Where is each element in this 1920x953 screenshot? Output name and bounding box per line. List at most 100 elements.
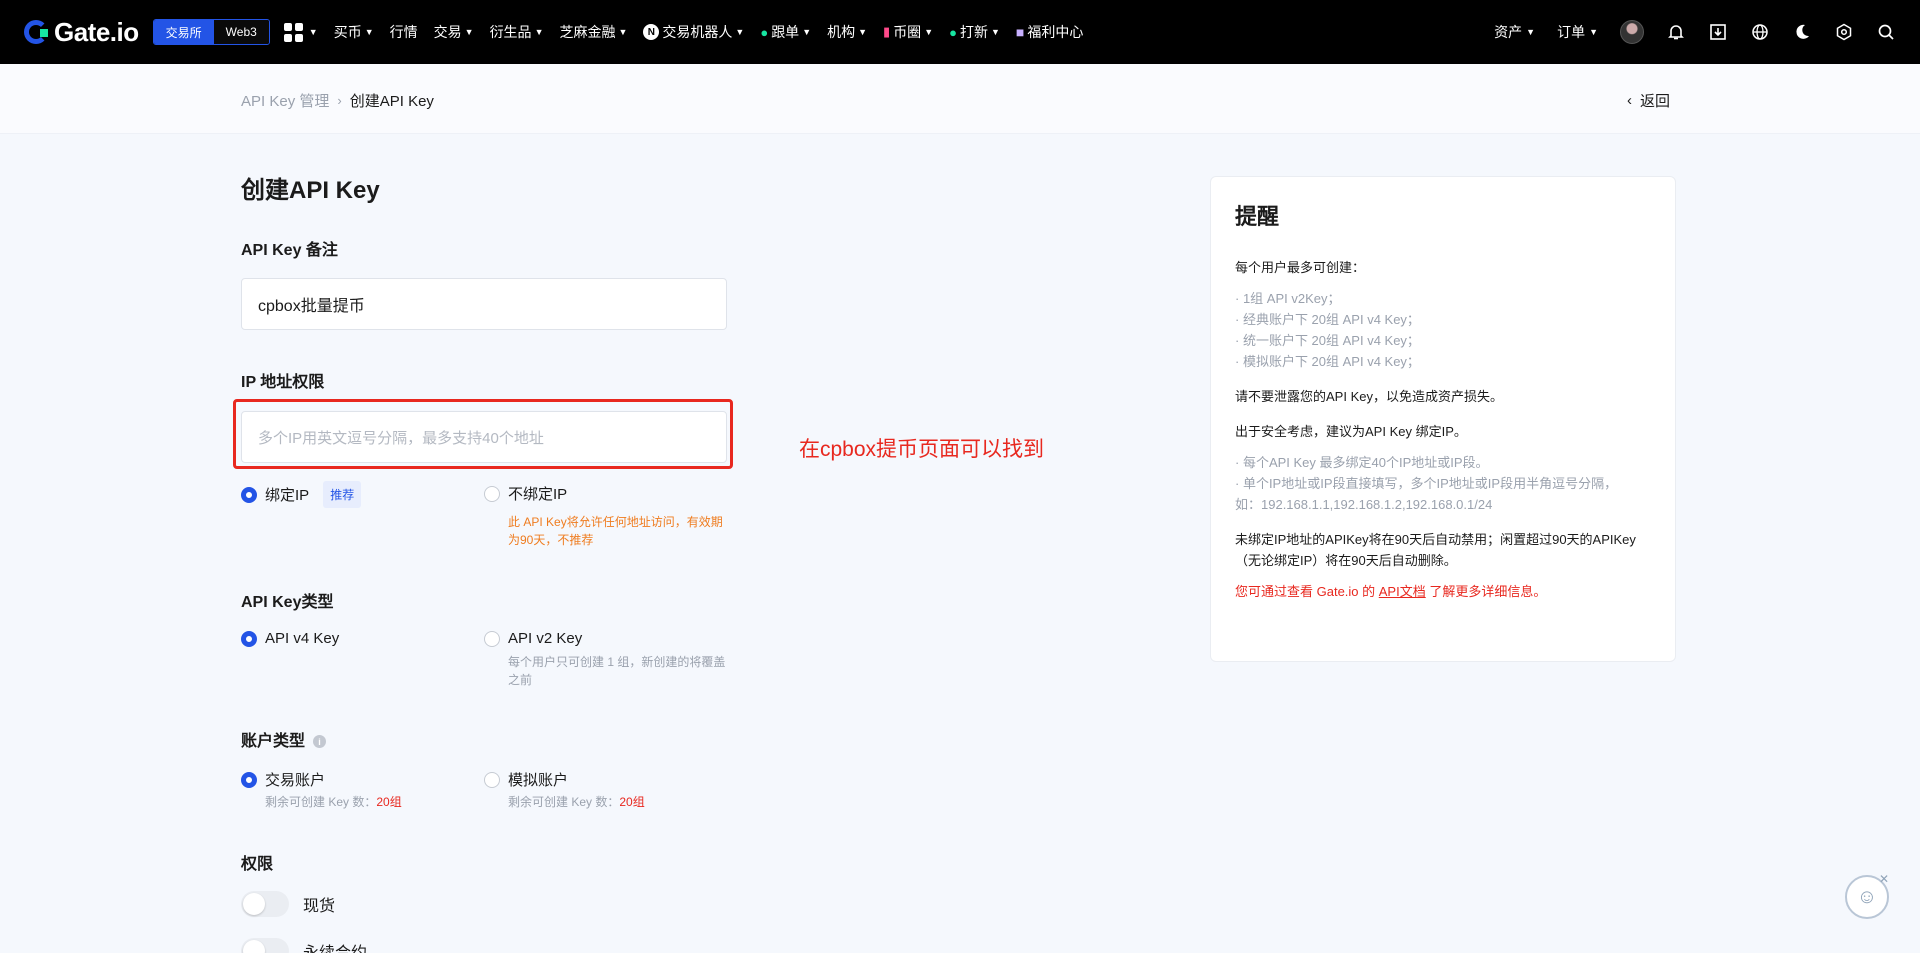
- reminder-security: 出于安全考虑，建议为API Key 绑定IP。: [1235, 424, 1467, 439]
- radio-selected-icon: [241, 630, 257, 647]
- nav-derivatives[interactable]: 衍生品 ▼: [490, 22, 544, 42]
- nav-label: 芝麻金融: [559, 24, 616, 40]
- nav-crypto-circle[interactable]: ▮ 币圈 ▼: [883, 22, 933, 42]
- radio-label: 绑定IP: [265, 487, 310, 504]
- radio-api-v2[interactable]: API v2 Key: [484, 630, 582, 647]
- caret-down-icon: ▼: [924, 27, 934, 37]
- reminder-limit-item: · 经典账户下 20组 API v4 Key；: [1235, 312, 1420, 327]
- doc-suffix: 了解更多详细信息。: [1425, 584, 1547, 599]
- moon-icon[interactable]: [1792, 22, 1812, 42]
- radio-no-bind-ip[interactable]: 不绑定IP: [484, 483, 567, 504]
- reminder-intro: 每个用户最多可创建：: [1235, 260, 1366, 275]
- nav-orders[interactable]: 订单 ▼: [1557, 22, 1598, 42]
- caret-down-icon: ▼: [364, 27, 374, 37]
- caret-down-icon: ▼: [735, 27, 745, 37]
- nav-institutional[interactable]: 机构 ▼: [827, 22, 867, 42]
- caret-down-icon: ▼: [618, 27, 628, 37]
- account-type-text: 账户类型: [241, 733, 306, 750]
- api-doc-link[interactable]: API文档: [1379, 584, 1426, 599]
- caret-down-icon: ▼: [308, 27, 318, 37]
- nav-label: 机构: [827, 24, 856, 40]
- reminder-ip-rule: · 单个IP地址或IP段直接填写，多个IP地址或IP段用半角逗号分隔，: [1235, 476, 1618, 491]
- account-type-label: 账户类型 i: [241, 727, 327, 751]
- radio-api-v4[interactable]: API v4 Key: [241, 630, 339, 647]
- globe-icon[interactable]: [1750, 22, 1770, 42]
- n-badge-icon: N: [643, 24, 660, 40]
- api-v2-hint: 每个用户只可创建 1 组，新创建的将覆盖之前: [508, 655, 726, 687]
- gate-logo[interactable]: Gate.io: [24, 17, 139, 48]
- radio-label: 交易账户: [265, 772, 326, 789]
- grid-icon: [283, 22, 303, 42]
- permissions-label: 权限: [241, 856, 274, 873]
- avatar[interactable]: [1620, 20, 1644, 44]
- permission-perp-toggle[interactable]: [241, 938, 289, 953]
- permission-perp-row: 永续合约: [241, 938, 367, 953]
- permission-spot-row: 现货: [241, 891, 335, 917]
- nav-label: 币圈: [893, 24, 922, 40]
- remark-input[interactable]: cpbox批量提币: [241, 278, 727, 330]
- nav-label: 打新: [959, 24, 988, 40]
- reminder-ip-rule: · 每个API Key 最多绑定40个IP地址或IP段。: [1235, 455, 1489, 470]
- breadcrumb-api-key-management[interactable]: API Key 管理: [241, 90, 329, 111]
- page-title: 创建API Key: [241, 177, 380, 204]
- flame-icon: ●: [949, 24, 957, 40]
- caret-down-icon: ▼: [990, 27, 1000, 37]
- reminder-leak-warning: 请不要泄露您的API Key，以免造成资产损失。: [1235, 389, 1503, 404]
- radio-label: 不绑定IP: [508, 486, 568, 503]
- radio-trade-account[interactable]: 交易账户: [241, 769, 325, 790]
- radio-unselected-icon: [484, 771, 500, 788]
- nav-launch[interactable]: ● 打新 ▼: [949, 22, 1000, 42]
- reminder-card: 提醒 每个用户最多可创建： · 1组 API v2Key； · 经典账户下 20…: [1210, 176, 1676, 662]
- caret-down-icon: ▼: [858, 27, 868, 37]
- nav-label: 跟单: [771, 24, 800, 40]
- nav-right: 资产 ▼ 订单 ▼: [1494, 0, 1896, 64]
- reminder-doc-line: 您可通过查看 Gate.io 的 API文档 了解更多详细信息。: [1235, 581, 1651, 602]
- top-nav: Gate.io 交易所 Web3 ▼ 买币 ▼ 行情 交易 ▼ 衍生品 ▼ 芝麻金融 ▼…: [0, 0, 1920, 64]
- chart-icon: ▮: [883, 24, 891, 39]
- ip-permission-label: IP 地址权限: [241, 374, 325, 391]
- no-bind-ip-hint: 此 API Key将允许任何地址访问，有效期为90天，不推荐: [508, 515, 723, 547]
- nav-label: 福利中心: [1027, 24, 1084, 40]
- close-icon[interactable]: ✕: [1879, 872, 1889, 886]
- nav-markets[interactable]: 行情: [390, 22, 418, 42]
- radio-bind-ip[interactable]: 绑定IP 推荐: [241, 481, 362, 508]
- radio-demo-account[interactable]: 模拟账户: [484, 769, 568, 790]
- nav-bots[interactable]: N 交易机器人 ▼: [643, 22, 744, 42]
- info-icon[interactable]: i: [313, 735, 327, 749]
- nav-rewards-hub[interactable]: ■ 福利中心: [1016, 22, 1083, 42]
- mode-web3[interactable]: Web3: [213, 20, 269, 44]
- remark-label: API Key 备注: [241, 242, 338, 259]
- download-icon[interactable]: [1708, 22, 1728, 42]
- permission-label: 现货: [303, 898, 336, 915]
- nav-label: 资产: [1494, 24, 1523, 40]
- breadcrumb-current: 创建API Key: [349, 93, 434, 110]
- search-icon[interactable]: [1876, 22, 1896, 42]
- annotation-text: 在cpbox提币页面可以找到: [799, 438, 1045, 461]
- remaining-count: 20组: [376, 795, 402, 809]
- doc-prefix: 您可通过查看 Gate.io 的: [1235, 584, 1379, 599]
- breadcrumb-band: API Key 管理 › 创建API Key ‹ 返回: [0, 64, 1920, 134]
- breadcrumb: API Key 管理 › 创建API Key: [241, 90, 434, 111]
- nav-assets[interactable]: 资产 ▼: [1494, 22, 1535, 42]
- caret-down-icon: ▼: [802, 27, 812, 37]
- nav-trade[interactable]: 交易 ▼: [434, 22, 474, 42]
- nav-copy-trading[interactable]: ● 跟单 ▼: [760, 22, 811, 42]
- gift-icon: ■: [1015, 24, 1025, 40]
- permission-spot-toggle[interactable]: [241, 891, 289, 917]
- api-key-type-label: API Key类型: [241, 594, 334, 611]
- apps-menu[interactable]: ▼: [283, 22, 318, 42]
- nav-finance[interactable]: 芝麻金融 ▼: [559, 22, 627, 42]
- caret-down-icon: ▼: [464, 27, 474, 37]
- nav-label: 订单: [1557, 24, 1586, 40]
- caret-down-icon: ▼: [1526, 27, 1536, 37]
- back-button[interactable]: ‹ 返回: [1627, 90, 1670, 111]
- reminder-limit-item: · 统一账户下 20组 API v4 Key；: [1235, 333, 1420, 348]
- bell-icon[interactable]: [1666, 22, 1686, 42]
- mode-exchange[interactable]: 交易所: [153, 20, 214, 44]
- nav-buy-crypto[interactable]: 买币 ▼: [334, 22, 374, 42]
- settings-icon[interactable]: [1834, 22, 1854, 42]
- radio-label: 模拟账户: [508, 772, 569, 789]
- nav-label: 交易: [433, 24, 462, 40]
- trade-account-remaining: 剩余可创建 Key 数：20组: [265, 793, 485, 811]
- radio-selected-icon: [241, 486, 257, 503]
